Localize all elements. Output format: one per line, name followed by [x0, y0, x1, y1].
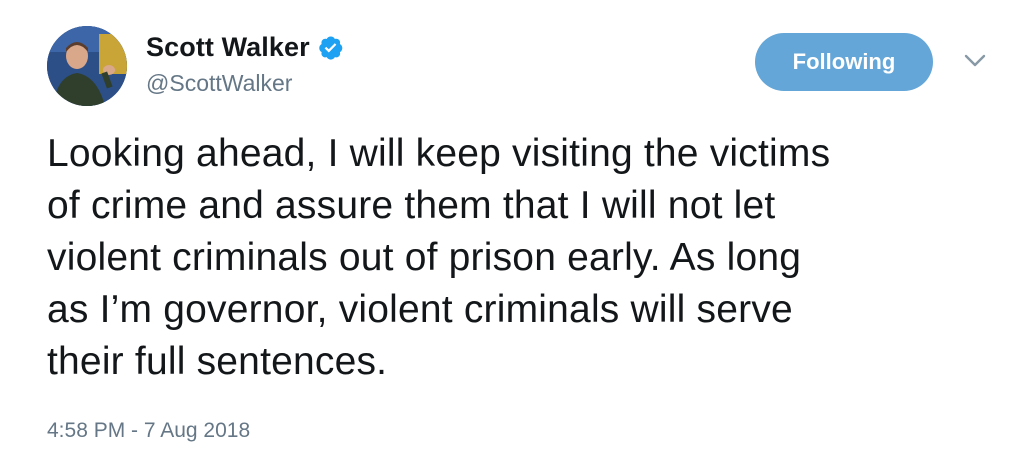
tweet-timestamp[interactable]: 4:58 PM - 7 Aug 2018: [47, 419, 250, 443]
tweet-text-line: Looking ahead, I will keep visiting the …: [47, 132, 831, 175]
chevron-down-icon[interactable]: [962, 50, 988, 70]
author-name-row: Scott Walker: [146, 30, 344, 64]
tweet-text: Looking ahead, I will keep visiting the …: [47, 128, 997, 388]
avatar[interactable]: [47, 26, 127, 106]
tweet-card: Scott Walker @ScottWalker Following Look…: [0, 0, 1024, 465]
profile-photo-icon: [47, 26, 127, 106]
following-button[interactable]: Following: [755, 33, 933, 91]
verified-badge-icon: [317, 34, 344, 61]
tweet-text-line: their full sentences.: [47, 340, 388, 383]
tweet-text-line: of crime and assure them that I will not…: [47, 184, 776, 227]
display-name[interactable]: Scott Walker: [146, 32, 310, 63]
tweet-text-line: as I’m governor, violent criminals will …: [47, 288, 793, 331]
author-handle[interactable]: @ScottWalker: [146, 70, 292, 97]
tweet-text-line: violent criminals out of prison early. A…: [47, 236, 802, 279]
